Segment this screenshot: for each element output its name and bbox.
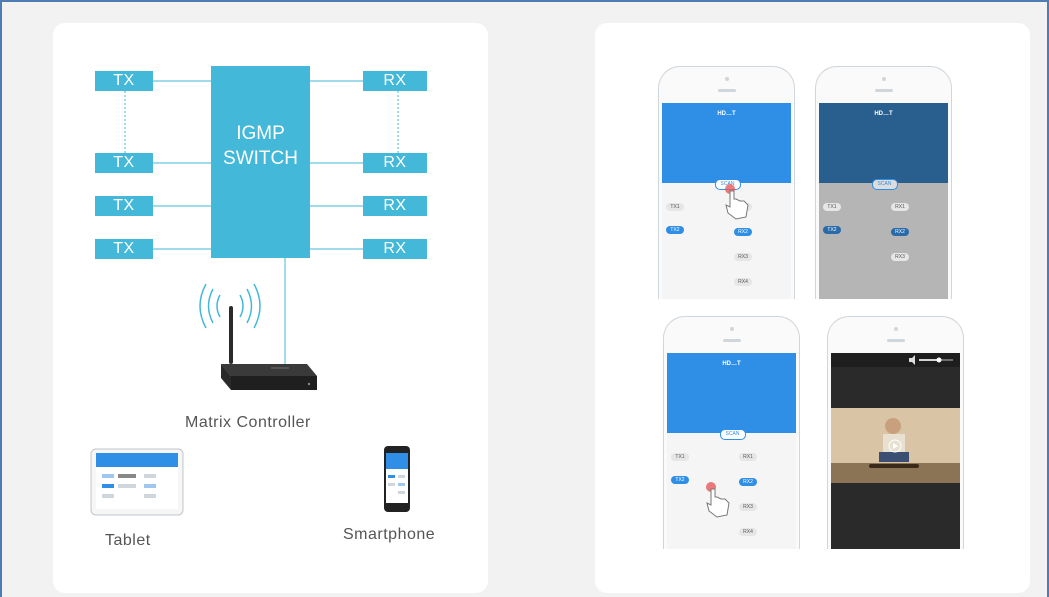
rx-button[interactable]: RX1	[891, 203, 909, 211]
app-title: HD…T	[717, 111, 736, 117]
rx-button[interactable]: RX3	[891, 253, 909, 261]
rx-button[interactable]: RX3	[739, 503, 757, 511]
scan-button[interactable]: SCAN	[719, 429, 746, 440]
tap-hand-icon	[706, 482, 730, 518]
switch-label-line2: SWITCH	[223, 148, 298, 169]
phone-video-screen	[827, 316, 964, 549]
tx-button[interactable]: TX2	[671, 476, 689, 484]
scan-button[interactable]: SCAN	[871, 179, 898, 190]
switch-label-line1: IGMP	[236, 123, 285, 144]
rx-button[interactable]: RX4	[734, 278, 752, 286]
rx-node: RX	[363, 239, 427, 259]
smartphone-label: Smartphone	[343, 526, 436, 543]
tx-button[interactable]: TX2	[666, 226, 684, 234]
rx-node: RX	[363, 153, 427, 173]
tx-button[interactable]: TX1	[666, 203, 684, 211]
app-title: HD…T	[874, 111, 893, 117]
rx-node: RX	[363, 196, 427, 216]
tap-hand-icon	[725, 184, 749, 220]
tx-button[interactable]: TX2	[823, 226, 841, 234]
matrix-controller-label: Matrix Controller	[185, 414, 311, 431]
tx-node: TX	[95, 71, 153, 91]
tablet-label: Tablet	[105, 532, 151, 549]
phone-scan-screen: HD…T SCAN TX1 TX2 RX1 RX2 RX3 RX4	[658, 66, 795, 299]
rx-node: RX	[363, 71, 427, 91]
rx-button[interactable]: RX4	[739, 528, 757, 536]
system-diagram-card: TX TX TX TX IGMP SWITCH RX RX RX RX Matr…	[53, 23, 488, 593]
tablet-device	[90, 448, 184, 516]
igmp-switch: IGMP SWITCH	[211, 66, 310, 258]
tx-node: TX	[95, 196, 153, 216]
volume-slider[interactable]	[831, 353, 960, 367]
matrix-controller-device	[221, 306, 317, 390]
smartphone-device	[384, 446, 410, 512]
tx-button[interactable]: TX1	[823, 203, 841, 211]
rx-button[interactable]: RX2	[891, 228, 909, 236]
rx-button[interactable]: RX2	[739, 478, 757, 486]
phone-select-screen: HD…T SCAN TX1 TX2 RX1 RX2 RX3 RX4	[663, 316, 800, 549]
rx-button[interactable]: RX1	[739, 453, 757, 461]
tx-node: TX	[95, 239, 153, 259]
video-frame-skateboarder	[831, 408, 960, 483]
phone-scanning-screen: HD…T SCAN TX1 TX2 RX1 RX2 RX3	[815, 66, 952, 299]
rx-button[interactable]: RX3	[734, 253, 752, 261]
app-screens-card: HD…T SCAN TX1 TX2 RX1 RX2 RX3 RX4 HD…T S…	[595, 23, 1030, 593]
tx-node: TX	[95, 153, 153, 173]
tx-button[interactable]: TX1	[671, 453, 689, 461]
rx-button[interactable]: RX2	[734, 228, 752, 236]
app-title: HD…T	[722, 361, 741, 367]
